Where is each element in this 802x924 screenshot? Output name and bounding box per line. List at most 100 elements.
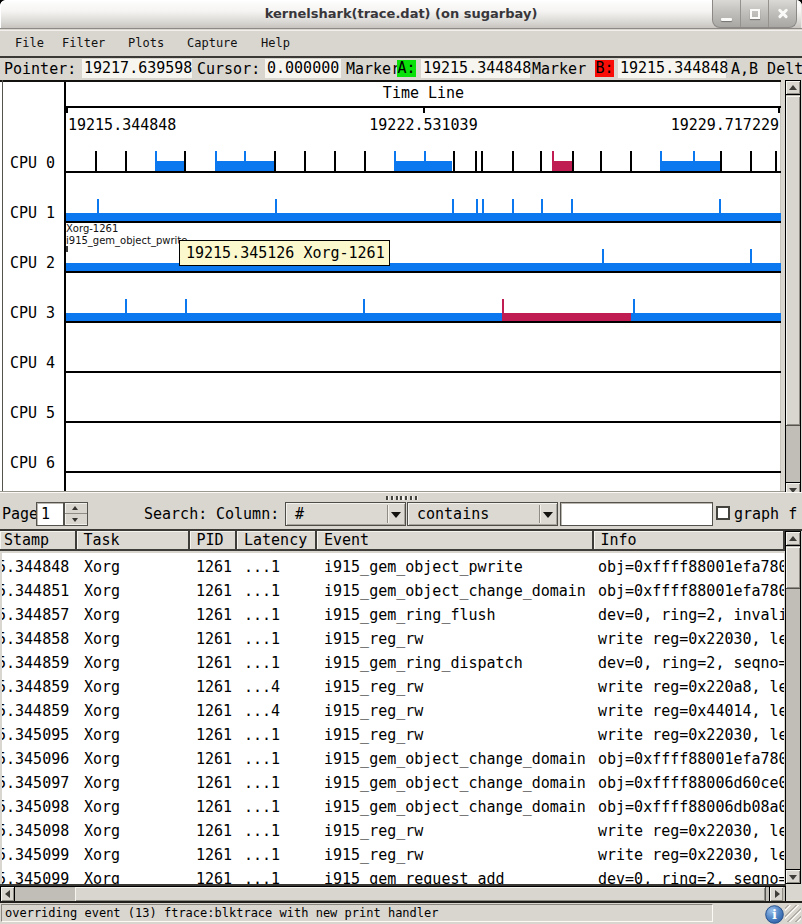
table-scroll-down-button[interactable]: [786, 869, 800, 883]
column-header-event[interactable]: Event: [317, 531, 594, 551]
event-tick: [630, 151, 632, 171]
pane-splitter-grip[interactable]: [386, 496, 420, 500]
page-spin-up-button[interactable]: [65, 503, 87, 514]
resize-grip-icon[interactable]: [785, 905, 801, 922]
minimize-button[interactable]: [713, 0, 740, 27]
cpu-row-baseline: [66, 221, 781, 223]
table-cell: i915_gem_object_change_domain: [324, 579, 586, 603]
column-header-latency[interactable]: Latency: [237, 531, 317, 551]
column-header-pid[interactable]: PID: [190, 531, 238, 551]
table-scroll-up-button[interactable]: [786, 532, 800, 546]
graph-scroll-up-button[interactable]: [786, 81, 800, 95]
event-tick: [552, 151, 554, 161]
menu-capture[interactable]: Capture: [187, 35, 238, 51]
task-bar-segment[interactable]: [66, 263, 781, 271]
match-select[interactable]: contains: [407, 502, 558, 526]
table-cell: Xorg: [84, 867, 120, 884]
table-row[interactable]: 5.345095Xorg1261...1i915_reg_rwwrite reg…: [2, 723, 784, 747]
table-row[interactable]: 5.345097Xorg1261...1i915_gem_object_chan…: [2, 771, 784, 795]
task-bar-segment[interactable]: [502, 313, 631, 321]
table-cell: 5.344858: [2, 627, 69, 651]
event-tick: [750, 249, 752, 263]
task-box-segment[interactable]: [155, 161, 184, 171]
event-tick: [540, 151, 542, 171]
event-tick: [215, 151, 217, 161]
cpu-row-label: CPU 6: [10, 455, 55, 471]
titlebar[interactable]: kernelshark(trace.dat) (on sugarbay): [0, 0, 802, 29]
table-row[interactable]: 5.345099Xorg1261...1i915_gem_request_add…: [2, 867, 784, 884]
event-tick: [275, 199, 277, 213]
table-row[interactable]: 5.344851Xorg1261...1i915_gem_object_chan…: [2, 579, 784, 603]
time-axis-tick: [66, 108, 68, 113]
task-bar-segment[interactable]: [631, 313, 781, 321]
table-cell: 1261: [196, 627, 232, 651]
menu-plots[interactable]: Plots: [128, 35, 164, 51]
table-cell: 5.345095: [2, 723, 69, 747]
page-spin-down-button[interactable]: [65, 514, 87, 525]
event-tick: [512, 151, 514, 171]
task-box-segment[interactable]: [394, 161, 452, 171]
table-hscrollbar[interactable]: [0, 886, 786, 902]
event-tick: [481, 151, 483, 171]
table-cell: 1261: [196, 603, 232, 627]
table-row[interactable]: 5.345098Xorg1261...1i915_reg_rwwrite reg…: [2, 819, 784, 843]
column-header-stamp[interactable]: Stamp: [0, 531, 77, 551]
graph-follows-checkbox[interactable]: [716, 506, 730, 520]
time-axis-tick: [778, 108, 780, 113]
task-box-segment[interactable]: [215, 161, 274, 171]
task-label-0: Xorg-1261: [66, 223, 118, 234]
search-input[interactable]: [560, 502, 713, 526]
search-label: Search:: [144, 506, 207, 523]
task-box-segment[interactable]: [660, 161, 720, 171]
timeline-graph[interactable]: [0, 80, 781, 492]
table-scroll-right-button[interactable]: [769, 887, 783, 901]
table-row[interactable]: 5.344857Xorg1261...1i915_gem_ring_flushd…: [2, 603, 784, 627]
info-icon[interactable]: i: [765, 905, 784, 924]
event-tick: [476, 199, 478, 213]
column-header-task[interactable]: Task: [77, 531, 190, 551]
event-tick: [633, 299, 635, 313]
table-row[interactable]: 5.344859Xorg1261...4i915_reg_rwwrite reg…: [2, 699, 784, 723]
event-tick: [750, 151, 752, 171]
table-cell: 5.345097: [2, 771, 69, 795]
menu-filter[interactable]: Filter: [62, 35, 105, 51]
arrow-left-icon: [5, 890, 10, 898]
combo-separator: [539, 505, 540, 523]
table-cell: dev=0, ring=2, seqno=: [598, 867, 784, 884]
column-header-info[interactable]: Info: [594, 531, 786, 551]
table-row[interactable]: 5.344859Xorg1261...1i915_gem_ring_dispat…: [2, 651, 784, 675]
table-row[interactable]: 5.344858Xorg1261...1i915_reg_rwwrite reg…: [2, 627, 784, 651]
task-bar-segment[interactable]: [66, 313, 502, 321]
page-spinbox[interactable]: 1: [36, 502, 64, 526]
table-header: StampTaskPIDLatencyEventInfo: [0, 531, 785, 553]
table-cell: write reg=0x22030, le: [598, 819, 784, 843]
menubar: File Filter Plots Capture Help: [0, 30, 802, 56]
table-cell: 1261: [196, 723, 232, 747]
table-row[interactable]: 5.345099Xorg1261...1i915_reg_rwwrite reg…: [2, 843, 784, 867]
close-button[interactable]: [768, 0, 796, 27]
menu-help[interactable]: Help: [261, 35, 290, 51]
table-cell: 1261: [196, 651, 232, 675]
table-cell: ...1: [244, 603, 280, 627]
table-row[interactable]: 5.345098Xorg1261...1i915_gem_object_chan…: [2, 795, 784, 819]
cpu-row-label: CPU 4: [10, 355, 55, 371]
graph-follows-label: graph f: [734, 506, 797, 523]
table-hscroll-thumb[interactable]: [75, 887, 766, 901]
task-bar-segment[interactable]: [66, 213, 781, 221]
task-box-segment[interactable]: [552, 161, 572, 171]
timeline-title: Time Line: [66, 85, 781, 101]
maximize-button[interactable]: [740, 0, 768, 27]
table-scroll-left-button[interactable]: [1, 887, 15, 901]
table-row[interactable]: 5.344848Xorg1261...1i915_gem_object_pwri…: [2, 555, 784, 579]
pointer-bar-value-9: 19215.344848: [618, 59, 726, 78]
table-vscrollbar[interactable]: [785, 531, 801, 884]
table-cell: 5.344859: [2, 651, 69, 675]
graph-vscrollbar[interactable]: [785, 80, 801, 497]
graph-scroll-thumb[interactable]: [786, 96, 800, 426]
table-row[interactable]: 5.345096Xorg1261...1i915_gem_object_chan…: [2, 747, 784, 771]
table-cell: Xorg: [84, 795, 120, 819]
table-scroll-thumb[interactable]: [786, 547, 800, 589]
column-select[interactable]: #: [285, 502, 406, 526]
menu-file[interactable]: File: [15, 35, 44, 51]
table-row[interactable]: 5.344859Xorg1261...4i915_reg_rwwrite reg…: [2, 675, 784, 699]
